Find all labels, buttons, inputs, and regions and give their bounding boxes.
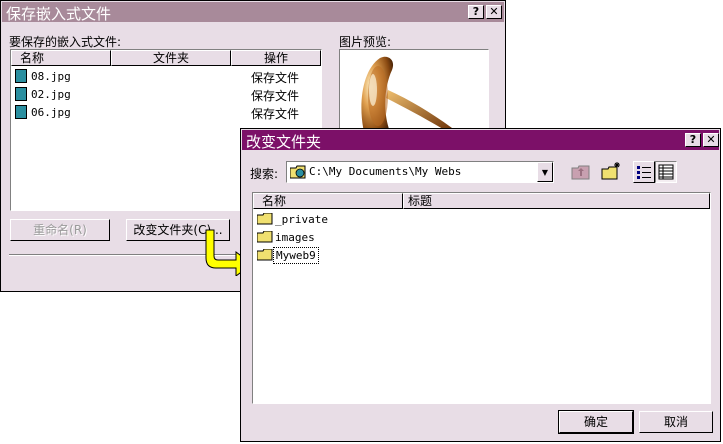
column-header-folder[interactable]: 文件夹 — [111, 50, 231, 66]
ok-button-label: 确定 — [583, 415, 608, 429]
file-action: 保存文件 — [251, 107, 300, 121]
cancel-button-label: 取消 — [663, 415, 688, 429]
gramophone-horn-image — [361, 56, 452, 130]
column-header-name[interactable]: 名称 — [253, 193, 403, 209]
change-folder-dialog: 改变文件夹 ? ✕ 搜索: C:\My Documents\My Webs ▼ — [240, 128, 721, 442]
file-name: 02.jpg — [31, 88, 71, 101]
image-file-icon — [15, 87, 27, 101]
column-header-name[interactable]: 名称 — [11, 50, 111, 66]
rename-button-label: 重命名(R) — [33, 223, 87, 237]
new-folder-button[interactable] — [600, 161, 622, 183]
image-file-icon — [15, 105, 27, 119]
title-bar: 保存嵌入式文件 ? ✕ — [2, 2, 504, 23]
list-view-icon — [637, 166, 651, 179]
up-folder-button[interactable] — [570, 161, 592, 183]
column-header-title[interactable]: 标题 — [403, 193, 710, 209]
close-button[interactable]: ✕ — [703, 133, 719, 147]
file-name: 06.jpg — [31, 106, 71, 119]
chevron-down-icon[interactable]: ▼ — [537, 162, 553, 182]
image-file-icon — [15, 69, 27, 83]
folder-icon — [257, 249, 273, 261]
folder-icon — [257, 213, 273, 225]
file-name: 08.jpg — [31, 70, 71, 83]
dialog-title: 保存嵌入式文件 — [6, 5, 112, 23]
search-label: 搜索: — [250, 167, 279, 181]
ok-button[interactable]: 确定 — [558, 410, 634, 434]
title-bar: 改变文件夹 ? ✕ — [242, 130, 719, 151]
list-view-button[interactable] — [633, 161, 655, 183]
image-preview — [339, 49, 489, 131]
table-row[interactable]: 08.jpg 保存文件 — [13, 68, 313, 86]
folder-icon — [257, 231, 273, 243]
close-button[interactable]: ✕ — [486, 5, 502, 19]
list-item[interactable]: Myweb9 — [255, 247, 405, 265]
up-one-level-icon — [571, 165, 590, 180]
folder-name: _private — [275, 213, 328, 226]
files-label: 要保存的嵌入式文件: — [9, 35, 122, 49]
table-row[interactable]: 06.jpg 保存文件 — [13, 104, 313, 122]
column-header-action[interactable]: 操作 — [231, 50, 321, 66]
file-action: 保存文件 — [251, 89, 300, 103]
rename-button[interactable]: 重命名(R) — [10, 219, 110, 241]
file-action: 保存文件 — [251, 71, 300, 85]
folder-list[interactable]: 名称 标题 _private images Myweb9 — [252, 192, 711, 404]
folder-name: images — [275, 231, 315, 244]
web-folder-icon — [290, 165, 306, 179]
list-item[interactable]: images — [255, 229, 405, 247]
new-folder-icon — [601, 162, 620, 180]
path-combobox[interactable]: C:\My Documents\My Webs ▼ — [286, 161, 554, 183]
details-view-button[interactable] — [655, 161, 677, 183]
details-view-icon — [658, 164, 674, 180]
dialog-title: 改变文件夹 — [246, 133, 322, 151]
cancel-button[interactable]: 取消 — [639, 411, 713, 433]
help-button[interactable]: ? — [685, 133, 701, 147]
preview-label: 图片预览: — [339, 35, 392, 49]
list-item[interactable]: _private — [255, 211, 405, 229]
path-value: C:\My Documents\My Webs — [309, 165, 462, 178]
help-button[interactable]: ? — [468, 5, 484, 19]
folder-name: Myweb9 — [273, 247, 319, 264]
table-row[interactable]: 02.jpg 保存文件 — [13, 86, 313, 104]
